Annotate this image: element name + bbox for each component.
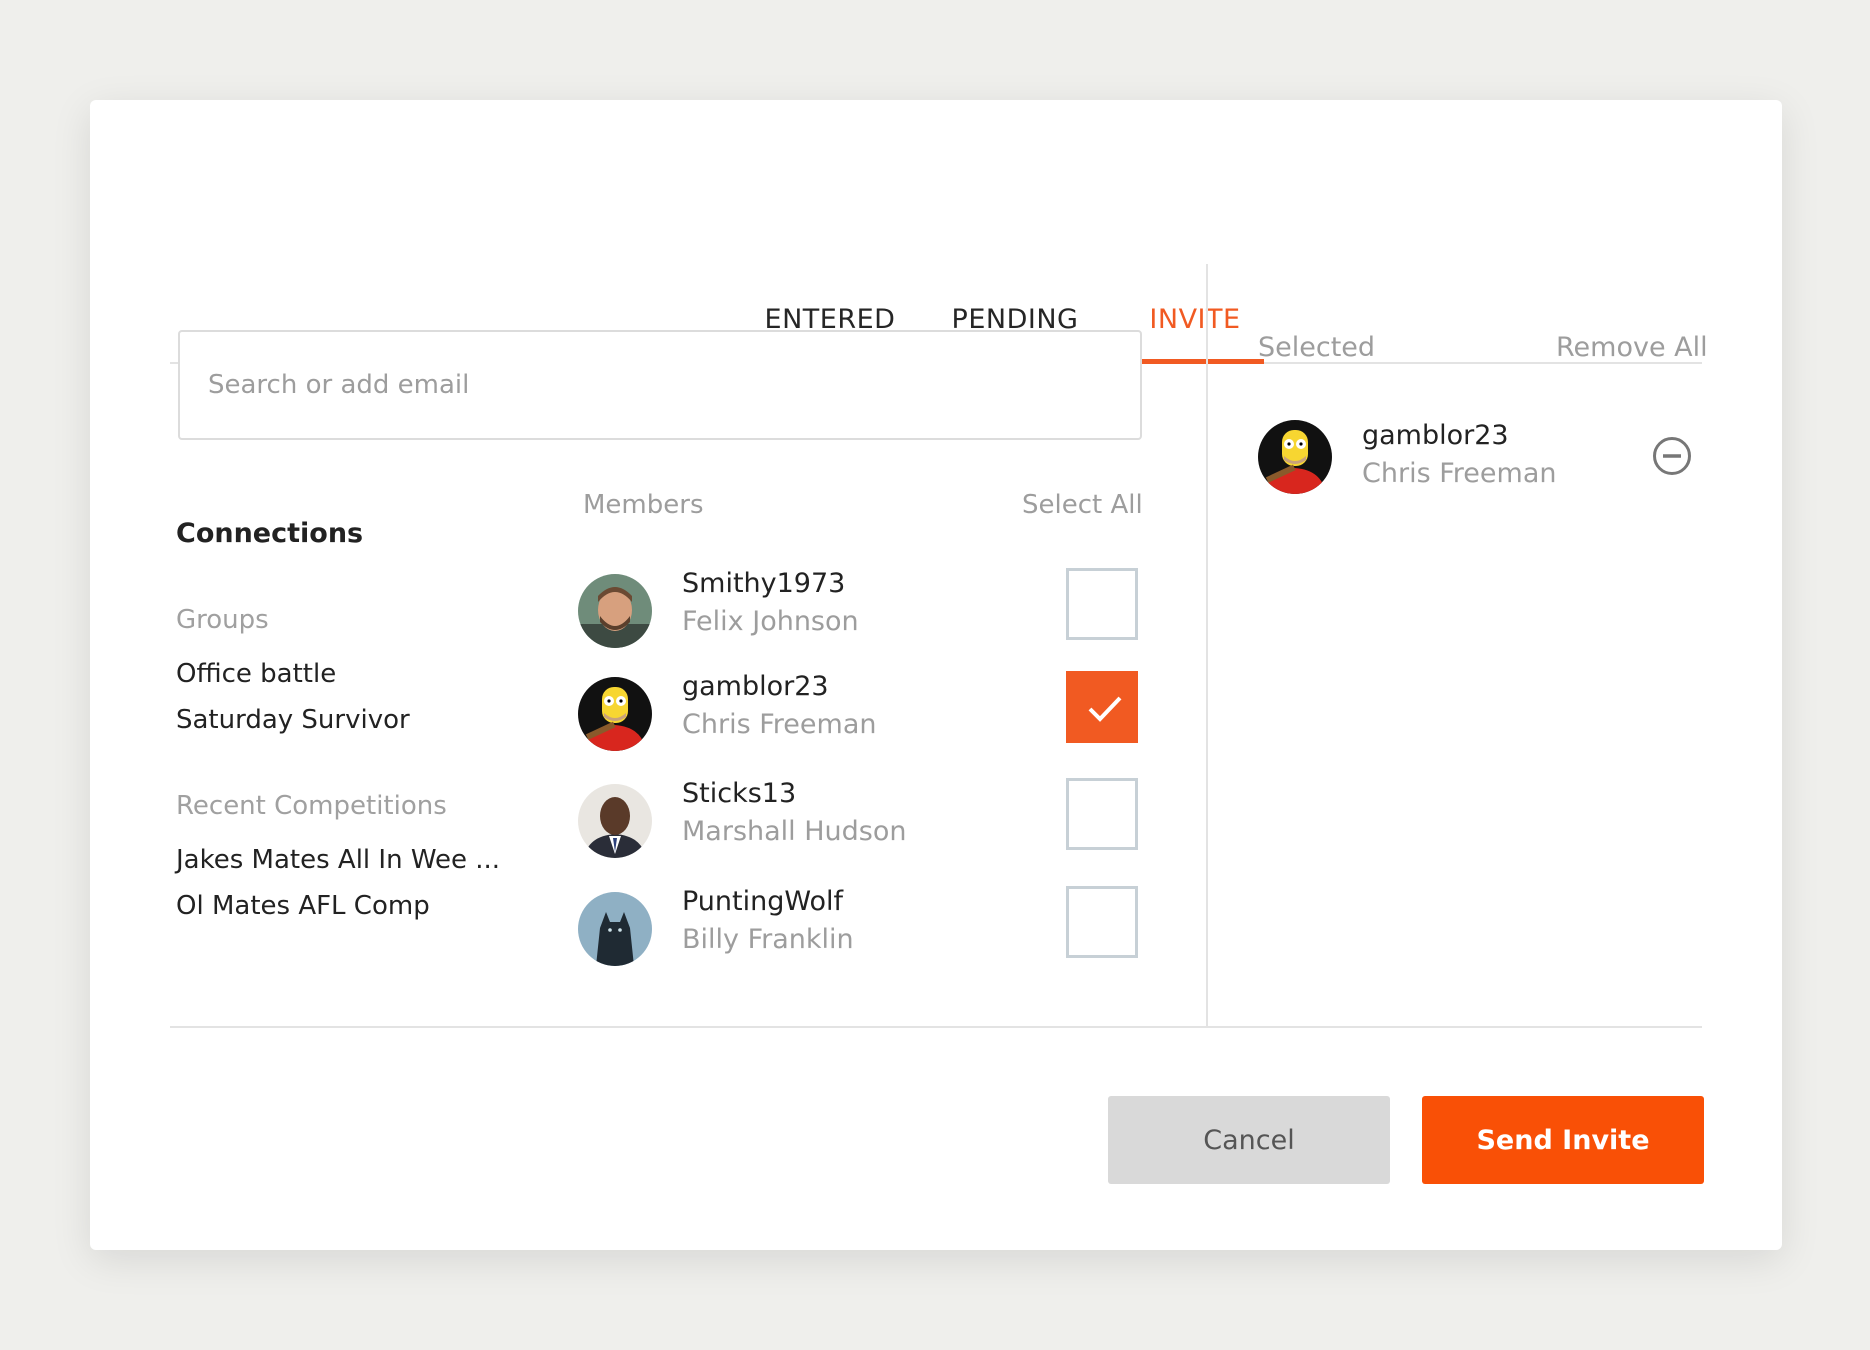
member-row: PuntingWolf Billy Franklin [578,886,1238,976]
footer-divider [170,1026,1702,1028]
tab-label: INVITE [1149,304,1241,335]
selected-name: Chris Freeman [1362,458,1557,489]
member-row: Sticks13 Marshall Hudson [578,778,1238,868]
avatar [578,574,652,648]
recent-competitions-label: Recent Competitions [176,791,447,821]
member-username: Smithy1973 [682,568,846,599]
member-row: Smithy1973 Felix Johnson [578,568,1238,658]
invite-modal: ENTERED PENDING INVITE Connections Group… [90,100,1782,1250]
group-item-saturday-survivor[interactable]: Saturday Survivor [176,705,410,735]
selected-username: gamblor23 [1362,420,1509,451]
groups-label: Groups [176,605,269,635]
selected-item: gamblor23 Chris Freeman [1258,420,1698,510]
select-all-button[interactable]: Select All [1022,490,1143,520]
avatar [578,892,652,966]
member-username: PuntingWolf [682,886,844,917]
recent-item-jakes-mates[interactable]: Jakes Mates All In Wee ... [176,845,500,875]
member-name: Felix Johnson [682,606,859,637]
cancel-button[interactable]: Cancel [1108,1096,1390,1184]
tab-invite[interactable]: INVITE [1126,304,1264,364]
avatar [1258,420,1332,494]
member-row: gamblor23 Chris Freeman [578,671,1238,761]
group-item-office-battle[interactable]: Office battle [176,659,336,689]
member-checkbox[interactable] [1066,778,1138,850]
active-tab-indicator [1126,359,1264,364]
member-name: Billy Franklin [682,924,854,955]
avatar [578,784,652,858]
send-invite-button[interactable]: Send Invite [1422,1096,1704,1184]
member-name: Chris Freeman [682,709,877,740]
remove-circle-icon[interactable] [1652,436,1692,476]
member-username: Sticks13 [682,778,797,809]
avatar [578,677,652,751]
checkmark-icon [1088,696,1122,722]
member-checkbox[interactable] [1066,568,1138,640]
connections-title: Connections [176,518,364,549]
recent-item-ol-mates[interactable]: Ol Mates AFL Comp [176,891,430,921]
search-input[interactable] [178,330,1142,440]
remove-all-button[interactable]: Remove All [1556,332,1708,363]
members-label: Members [583,490,704,520]
member-name: Marshall Hudson [682,816,907,847]
member-checkbox[interactable] [1066,886,1138,958]
member-username: gamblor23 [682,671,829,702]
member-checkbox[interactable] [1066,671,1138,743]
selected-label: Selected [1258,332,1376,363]
